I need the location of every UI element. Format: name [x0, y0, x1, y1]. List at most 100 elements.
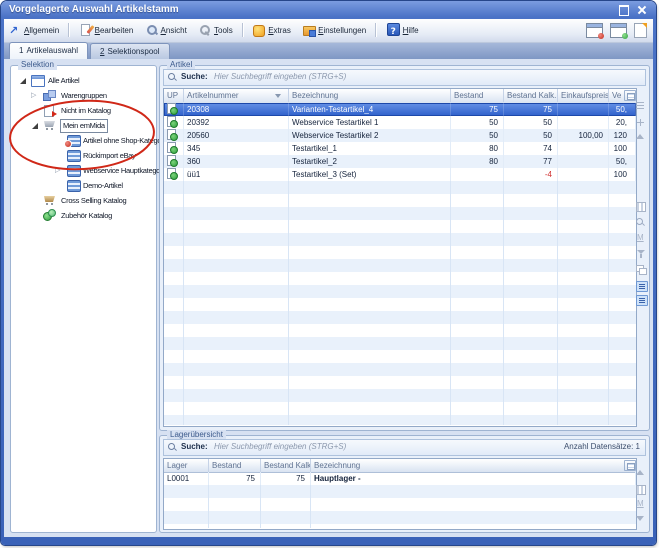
column-header-bestand[interactable]: Bestand: [451, 89, 504, 102]
settings-folder-icon: [303, 24, 315, 36]
scroll-down-icon[interactable]: [636, 516, 644, 521]
tree-item-warengruppen[interactable]: Warengruppen: [12, 88, 155, 103]
articles-table-icon: [31, 75, 45, 87]
tree-item-nicht-im-katalog[interactable]: Nicht im Katalog: [12, 103, 155, 118]
lageruebersicht-panel: Lagerübersicht Suche: Hier Suchbegriff e…: [159, 435, 650, 533]
column-header-lager[interactable]: Lager: [164, 459, 209, 472]
lager-table: Lager Bestand Bestand Kalk. Bezeichnung …: [163, 458, 637, 530]
content-area: Selektion Alle Artikel Warengruppen Nich…: [4, 59, 653, 537]
shop-cart-icon: [43, 120, 56, 130]
column-header-bezeichnung[interactable]: Bezeichnung: [311, 459, 636, 472]
record-count: Anzahl Datensätze: 1: [564, 440, 640, 454]
arrow-up-right-icon: [9, 24, 21, 36]
column-header-bestand-kalk[interactable]: Bestand Kalk.: [261, 459, 311, 472]
column-header-up[interactable]: UP: [164, 89, 184, 102]
column-layout-icon[interactable]: [636, 485, 646, 495]
scroll-up-icon[interactable]: [636, 134, 644, 139]
expander-collapsed-icon[interactable]: [55, 167, 63, 175]
scroll-up-icon[interactable]: [636, 470, 644, 475]
tree-item-artikel-ohne-shop-kategorie[interactable]: Artikel ohne Shop-Kategorie: [12, 133, 155, 148]
summary-icon[interactable]: [636, 233, 646, 243]
article-status-icon: [167, 142, 176, 153]
menu-hilfe[interactable]: Hilfe: [382, 22, 424, 39]
table-row[interactable]: 360 Testartikel_2 80 77 50,: [164, 155, 636, 168]
expander-expanded-icon[interactable]: [31, 122, 39, 130]
tree-item-demo-artikel[interactable]: Demo-Artikel: [12, 178, 155, 193]
column-chooser-icon[interactable]: [624, 90, 636, 101]
rows-icon[interactable]: [636, 102, 644, 109]
empty-rows: [164, 485, 636, 528]
table-row[interactable]: 345 Testartikel_1 80 74 100: [164, 142, 636, 155]
search-icon[interactable]: [636, 218, 646, 228]
column-header-artikelnummer[interactable]: Artikelnummer: [184, 89, 289, 102]
category-icon: [67, 150, 81, 162]
view-magnifier-icon: [146, 24, 158, 36]
search-icon: [168, 73, 177, 82]
tree-item-webservice-hauptkategorie[interactable]: Webservice Hauptkategorie: [12, 163, 155, 178]
copy-layout-icon[interactable]: [636, 265, 646, 275]
summary-icon[interactable]: [636, 499, 646, 509]
table-row[interactable]: 20392 Webservice Testartikel 1 50 50 20,: [164, 116, 636, 129]
menu-ansicht[interactable]: Ansicht: [141, 22, 192, 39]
menu-separator: [375, 23, 377, 37]
search-icon: [168, 443, 177, 452]
empty-rows: [164, 181, 636, 425]
column-header-bestand[interactable]: Bestand: [209, 459, 261, 472]
column-layout-icon[interactable]: [636, 202, 646, 212]
menu-einstellungen[interactable]: Einstellungen: [298, 22, 371, 39]
artikel-table: UP Artikelnummer Bezeichnung Bestand Bes…: [163, 88, 637, 427]
table-row[interactable]: L0001 75 75 Hauptlager -: [164, 472, 636, 485]
export-table-red-icon[interactable]: [586, 23, 603, 38]
artikel-table-header: UP Artikelnummer Bezeichnung Bestand Bes…: [164, 89, 636, 104]
accessories-icon: [43, 209, 56, 220]
menu-extras[interactable]: Extras: [248, 22, 296, 39]
expander-expanded-icon[interactable]: [19, 77, 27, 85]
tree-item-zubehoer-katalog[interactable]: Zubehör Katalog: [12, 208, 155, 223]
menu-tools[interactable]: Tools: [194, 22, 238, 39]
import-table-green-icon[interactable]: [610, 23, 627, 38]
column-chooser-icon[interactable]: [624, 460, 636, 471]
extras-icon: [253, 24, 265, 36]
restore-icon[interactable]: [617, 4, 630, 15]
filter-icon[interactable]: [636, 249, 646, 259]
table-row[interactable]: 20560 Webservice Testartikel 2 50 50 100…: [164, 129, 636, 142]
artikel-panel: Artikel Suche: Hier Suchbegriff eingeben…: [159, 65, 650, 431]
toolbar-right: [581, 23, 647, 38]
column-header-einkaufspreis[interactable]: Einkaufspreis: [558, 89, 609, 102]
cross-selling-cart-icon: [43, 195, 56, 205]
list-view-icon[interactable]: [636, 281, 648, 292]
detail-view-icon[interactable]: [636, 295, 648, 306]
close-icon[interactable]: [635, 4, 648, 15]
article-status-icon: [167, 168, 176, 179]
column-header-bestand-kalk[interactable]: Bestand Kalk.: [504, 89, 558, 102]
tree-item-alle-artikel[interactable]: Alle Artikel: [12, 73, 155, 88]
new-document-icon[interactable]: [634, 23, 647, 38]
article-status-icon: [167, 129, 176, 140]
tree-item-rueckimport-ebay[interactable]: Rückimport eBay: [12, 148, 155, 163]
menu-allgemein[interactable]: Allgemein: [4, 22, 64, 39]
tree-item-cross-selling-katalog[interactable]: Cross Selling Katalog: [12, 193, 155, 208]
page-red-arrow-icon: [44, 105, 54, 117]
tab-artikelauswahl[interactable]: 1Artikelauswahl: [9, 42, 88, 59]
lager-search-bar[interactable]: Suche: Hier Suchbegriff eingeben (STRG+S…: [163, 439, 646, 456]
add-icon[interactable]: [636, 118, 646, 128]
window-title: Vorgelagerte Auswahl Artikelstamm: [9, 4, 179, 15]
table-row[interactable]: üü1 Testartikel_3 (Set) -4 100: [164, 168, 636, 181]
tab-bar: 1Artikelauswahl 2Selektionspool: [4, 43, 653, 59]
artikel-search-bar[interactable]: Suche: Hier Suchbegriff eingeben (STRG+S…: [163, 69, 646, 86]
sort-desc-icon: [275, 94, 281, 98]
tree-item-mein-emmida[interactable]: Mein emMida: [12, 118, 155, 133]
title-bar[interactable]: Vorgelagerte Auswahl Artikelstamm: [1, 1, 656, 19]
menu-bar: Allgemein Bearbeiten Ansicht Tools Extra…: [4, 19, 653, 43]
table-row-selected[interactable]: 20308 Varianten-Testartikel_4 75 75 50,: [164, 103, 636, 116]
article-status-icon: [167, 116, 176, 127]
tab-label: Artikelauswahl: [26, 46, 78, 55]
expander-collapsed-icon[interactable]: [31, 92, 39, 100]
column-header-bezeichnung[interactable]: Bezeichnung: [289, 89, 451, 102]
menu-bearbeiten[interactable]: Bearbeiten: [75, 22, 139, 39]
category-icon: [67, 180, 81, 192]
lager-table-header: Lager Bestand Bestand Kalk. Bezeichnung: [164, 459, 636, 473]
help-icon: [387, 23, 400, 36]
tab-selektionspool[interactable]: 2Selektionspool: [90, 43, 170, 59]
grid-side-toolbar: [636, 88, 647, 425]
